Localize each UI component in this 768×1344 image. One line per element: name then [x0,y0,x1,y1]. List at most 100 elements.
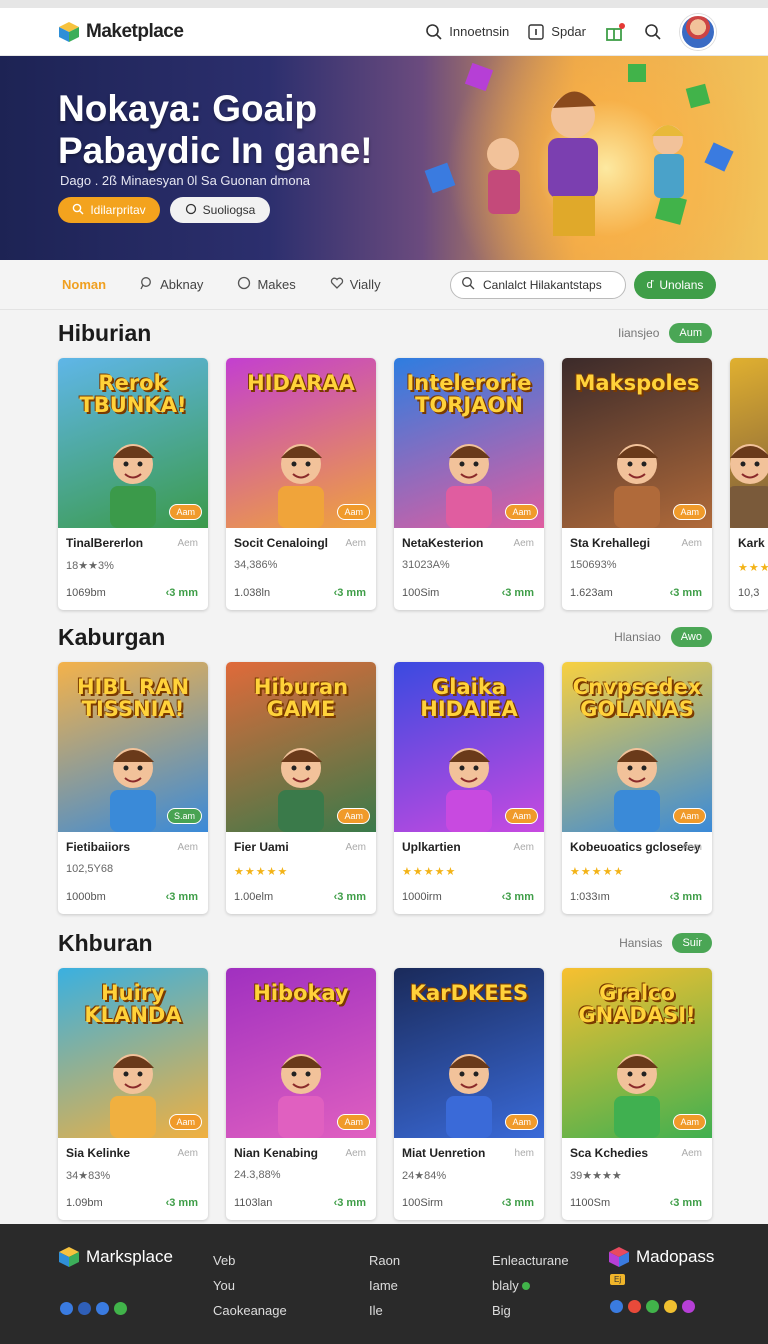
game-aux-label: Aem [345,538,366,549]
card-badge: Aam [673,808,706,824]
header-link-search[interactable]: Innoetnsin [425,23,509,41]
social-icon[interactable] [78,1302,91,1315]
buy-button[interactable]: ‹3 mm [334,1197,366,1209]
game-title: TinalBererlon [66,536,144,550]
app-icon[interactable] [646,1300,659,1313]
buy-button[interactable]: ‹3 mm [502,587,534,599]
social-icon[interactable] [96,1302,109,1315]
game-thumbnail: Makspoles Aam [562,358,712,528]
buy-button[interactable]: ‹3 mm [670,587,702,599]
character-figure [110,748,156,832]
section-pill-button[interactable]: Aum [669,323,712,343]
social-icon[interactable] [60,1302,73,1315]
section-more-link[interactable]: Hansias [619,936,662,950]
avatar[interactable] [680,13,716,50]
game-card[interactable]: Hibokay Aam Nian Kenabing Aem 24.3,88% 1… [226,968,376,1220]
search-input[interactable]: Canlalct Hilakantstaps [450,270,626,299]
character-figure [614,1054,660,1138]
game-card[interactable]: Glaika HIDAIEA Aam Uplkartien Aem ★★★★★ … [394,662,544,914]
card-badge: Aam [673,504,706,520]
nav-item-vially[interactable]: Vially [330,276,381,293]
green-action-button[interactable]: ď Unolans [634,270,716,299]
game-aux-label: Aem [681,1148,702,1159]
game-title: Sia Kelinke [66,1146,131,1160]
game-title: NetaKesterion [402,536,484,550]
app-icon[interactable] [682,1300,695,1313]
brand-logo[interactable]: Maketplace [58,21,184,43]
search-icon[interactable] [644,23,662,41]
header-link-spdar[interactable]: Spdar [527,23,586,41]
footer-link[interactable]: Iame [369,1273,400,1298]
game-card[interactable]: Cnvpsedex GOLANAS Aam Kobeuoatics gclose… [562,662,712,914]
game-card[interactable]: KarDKEES Aam Miat Uenretion hem 24★84% 1… [394,968,544,1220]
game-thumbnail [730,358,768,528]
app-icon[interactable] [610,1300,623,1313]
footer-link[interactable]: Big [492,1298,569,1323]
game-card[interactable]: Rerok TBUNKA! Aam TinalBererlon Aem 18★★… [58,358,208,610]
nav-item-makes[interactable]: Makes [237,276,296,293]
character-figure [278,444,324,528]
app-icon[interactable] [664,1300,677,1313]
category-nav: Noman Abknay Makes Vially Canlalct Hilak… [0,260,768,310]
game-card[interactable]: HIBL RAN TISSNIA! S.am Fietibaiiors Aem … [58,662,208,914]
heart-icon [330,276,344,293]
circle-icon [185,203,197,218]
game-aux-label: Aem [177,1148,198,1159]
game-price: 100Sim [402,587,440,599]
hero-secondary-button[interactable]: Suoliogsa [170,197,270,223]
game-title: Fier Uami [234,840,289,854]
buy-button[interactable]: ‹3 mm [334,587,366,599]
footer-link[interactable]: You [213,1273,287,1298]
game-thumbnail: KarDKEES Aam [394,968,544,1138]
hero-banner: Nokaya: Goaip Pabaydic In gane! Dago . 2… [0,56,768,260]
nav-item-abknay[interactable]: Abknay [140,276,203,293]
game-card[interactable]: Huiry KLANDA Aam Sia Kelinke Aem 34★83% … [58,968,208,1220]
section-pill-button[interactable]: Suir [672,933,712,953]
search-icon [425,23,443,41]
footer-link[interactable]: Ile [369,1298,400,1323]
footer-link[interactable]: Enleacturane [492,1248,569,1273]
footer-link[interactable]: Caokeanage [213,1298,287,1323]
game-aux-label: hem [514,1148,534,1159]
hero-primary-button[interactable]: Idilarpritav [58,197,160,223]
hero-title: Nokaya: Goaip Pabaydic In gane! [58,88,373,171]
footer-link[interactable]: blaly [492,1273,569,1298]
hero-subtitle: Dago . 2ß Minaesyan 0l Sa Guonan dmona [60,173,311,188]
nav-item-noman[interactable]: Noman [62,277,106,292]
footer-link[interactable]: Veb [213,1248,287,1273]
game-thumbnail: Huiry KLANDA Aam [58,968,208,1138]
green-action-label: Unolans [659,277,704,292]
buy-button[interactable]: ‹3 mm [670,1197,702,1209]
game-card[interactable]: Hiburan GAME Aam Fier Uami Aem ★★★★★ 1.0… [226,662,376,914]
buy-button[interactable]: ‹3 mm [502,1197,534,1209]
footer-link[interactable]: Raon [369,1248,400,1273]
game-title: Sta Krehallegi [570,536,651,550]
game-card[interactable]: Intelerorie TORJAON Aam NetaKesterion Ae… [394,358,544,610]
section-pill-button[interactable]: Awo [670,627,712,647]
buy-button[interactable]: ‹3 mm [166,1197,198,1209]
buy-button[interactable]: ‹3 mm [166,891,198,903]
character-figure [730,444,768,528]
card-badge: Aam [169,504,202,520]
game-price: 1103lan [234,1197,273,1209]
gift-icon[interactable] [604,21,626,43]
footer-brand-2[interactable]: Madopass [608,1246,714,1268]
social-icon[interactable] [114,1302,127,1315]
buy-button[interactable]: ‹3 mm [334,891,366,903]
game-card[interactable]: Makspoles Aam Sta Krehallegi Aem 150693%… [562,358,712,610]
game-card[interactable]: HIDARAA Aam Socit Cenaloingl Aem 34,386%… [226,358,376,610]
buy-button[interactable]: ‹3 mm [502,891,534,903]
game-aux-label: Aem [177,842,198,853]
game-art-title: Makspoles [574,371,700,395]
section-more-link[interactable]: Hlansiao [614,630,661,644]
game-card[interactable]: Gralco GNADASI! Aam Sca Kchedies Aem 39★… [562,968,712,1220]
character-figure [446,748,492,832]
app-icon[interactable] [628,1300,641,1313]
buy-button[interactable]: ‹3 mm [670,891,702,903]
game-card[interactable]: Kark ★★★ 10,3 [730,358,768,610]
section-more-link[interactable]: Iiansjeo [618,326,659,340]
game-art-title: Gralco GNADASI! [578,981,696,1027]
game-rating: 102,5Y68 [66,863,114,875]
buy-button[interactable]: ‹3 mm [166,587,198,599]
footer-brand[interactable]: Marksplace [58,1246,173,1268]
